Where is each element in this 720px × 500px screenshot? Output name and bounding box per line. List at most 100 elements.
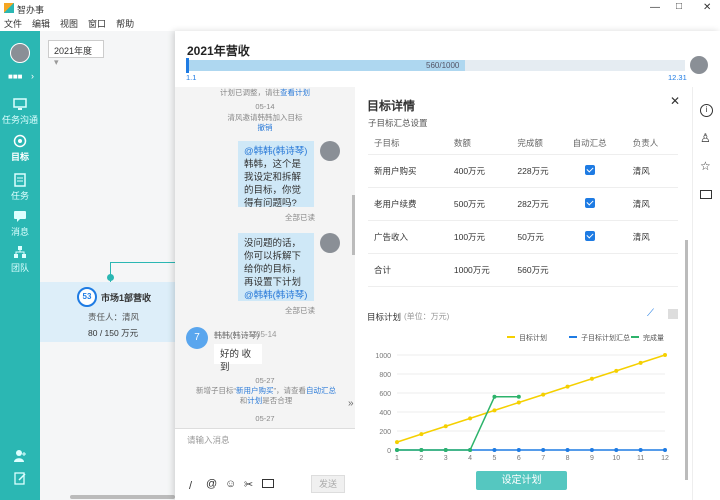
table-row[interactable]: 广告收入 100万元 50万元 清风 xyxy=(368,220,678,254)
cell-done: 228万元 xyxy=(517,154,573,188)
avatar[interactable] xyxy=(10,43,30,63)
undo-link[interactable]: 撤销 xyxy=(195,122,335,133)
subgoal-table: 子目标 数额 完成额 自动汇总 负责人 新用户购买 400万元 228万元 清风… xyxy=(368,132,678,287)
italic-icon[interactable]: / xyxy=(189,480,192,492)
menu-view[interactable]: 视图 xyxy=(60,17,78,30)
table-row[interactable]: 新用户购买 400万元 228万元 清风 xyxy=(368,154,678,188)
sidebar-item-label: 目标 xyxy=(10,152,29,162)
date-divider: 05-27 xyxy=(255,414,275,423)
series-line xyxy=(396,354,666,443)
chevron-down-icon: ▾ xyxy=(54,57,59,67)
y-tick-label: 0 xyxy=(387,448,391,455)
data-point xyxy=(565,448,570,452)
doc-icon xyxy=(14,173,26,187)
menu-edit[interactable]: 编辑 xyxy=(32,17,50,30)
sidebar-item-goal[interactable]: 目标 xyxy=(0,134,40,163)
sidebar-item-task[interactable]: 任务 xyxy=(0,173,40,202)
send-button[interactable]: 发送 xyxy=(311,475,345,493)
data-point xyxy=(395,440,399,445)
cell-auto xyxy=(572,154,633,188)
cell-done: 50万元 xyxy=(517,220,573,254)
data-point xyxy=(516,400,521,405)
data-point xyxy=(589,448,594,452)
sidebar-item-team[interactable]: 团队 xyxy=(0,245,40,274)
set-plan-button[interactable]: 设定计划 xyxy=(476,471,567,490)
scissors-icon[interactable]: ✂ xyxy=(244,478,253,491)
goal-node-card[interactable]: 53 市场1部营收 责任人：清风 80 / 150 万元 xyxy=(40,282,177,342)
info-icon[interactable]: i xyxy=(700,104,713,117)
folder-icon[interactable] xyxy=(700,190,712,199)
column-header: 自动汇总 xyxy=(572,132,633,155)
sidebar-item-communication[interactable]: 任务沟通 xyxy=(0,97,40,126)
menu-help[interactable]: 帮助 xyxy=(116,17,134,30)
x-tick-label: 10 xyxy=(612,455,620,462)
sidebar-item-message[interactable]: 消息 xyxy=(0,209,40,238)
y-tick-label: 1000 xyxy=(375,353,391,360)
x-tick-label: 4 xyxy=(468,455,472,462)
chat-bubble[interactable]: @韩韩(韩诗琴) 韩韩，这个是我设定和拆解的目标，你觉得有问题吗? xyxy=(238,141,314,209)
menu-window[interactable]: 窗口 xyxy=(88,17,106,30)
system-message: 计划已调整，请往查看计划 xyxy=(220,88,310,97)
subgoal-link[interactable]: 新用户购买 xyxy=(236,386,274,395)
progress-marker xyxy=(186,58,189,73)
mention-link[interactable]: @韩韩(韩诗琴) xyxy=(244,290,307,301)
maximize-button[interactable]: □ xyxy=(676,1,682,12)
section-label: 子目标汇总设置 xyxy=(368,118,428,128)
mention-link[interactable]: @韩韩(韩诗琴) xyxy=(244,146,307,157)
minimize-button[interactable]: — xyxy=(650,2,660,13)
year-select[interactable]: 2021年度 ▾ xyxy=(48,40,104,67)
data-point xyxy=(419,432,424,437)
add-user-icon[interactable] xyxy=(13,449,27,463)
chat-scrollbar[interactable] xyxy=(352,195,355,255)
mention-icon[interactable]: @ xyxy=(206,478,217,490)
auto-summary-checkbox[interactable] xyxy=(584,197,595,208)
chat-bubble[interactable]: 好的 收到 xyxy=(214,344,262,373)
data-point xyxy=(468,416,473,421)
detail-title: 目标详情 xyxy=(367,99,416,113)
collapse-chat-icon[interactable]: » xyxy=(348,398,354,409)
column-header: 负责人 xyxy=(632,132,678,155)
auto-summary-checkbox[interactable] xyxy=(584,164,595,175)
message-input[interactable]: 请输入消息 xyxy=(187,434,230,446)
table-row: 合计 1000万元 560万元 xyxy=(368,253,678,287)
auto-summary-link[interactable]: 自动汇总 xyxy=(306,386,336,395)
view-plan-link[interactable]: 查看计划 xyxy=(280,88,310,97)
table-row[interactable]: 老用户续费 500万元 282万元 清风 xyxy=(368,187,678,221)
cell-amount: 100万元 xyxy=(453,220,518,254)
chat-bubble[interactable]: 没问题的话，你可以拆解下给你的目标，再设置下计划 @韩韩(韩诗琴) xyxy=(238,233,314,301)
menu-file[interactable]: 文件 xyxy=(4,17,22,30)
person-icon[interactable]: ♙ xyxy=(700,131,711,145)
x-tick-label: 11 xyxy=(637,455,644,462)
table-header: 子目标 数额 完成额 自动汇总 负责人 xyxy=(368,132,678,155)
bar-chart-icon[interactable] xyxy=(668,309,678,319)
emoji-icon[interactable]: ☺ xyxy=(225,478,236,490)
auto-summary-checkbox[interactable] xyxy=(584,230,595,241)
edit-icon[interactable] xyxy=(13,471,27,485)
avatar[interactable] xyxy=(690,56,708,74)
data-point xyxy=(419,448,424,452)
cell-done: 282万元 xyxy=(517,187,573,221)
legend-label: 完成量 xyxy=(643,333,664,342)
app-title: 智办事 xyxy=(17,5,45,15)
plan-link[interactable]: 计划 xyxy=(247,396,262,405)
star-icon[interactable]: ☆ xyxy=(700,159,711,173)
folder-icon[interactable] xyxy=(262,479,274,488)
cell-owner xyxy=(632,253,678,287)
cell-auto xyxy=(572,220,633,254)
edit-icon[interactable]: ✎ xyxy=(238,43,246,54)
plan-line-chart: 020040060080010001 2 3 4 5 6 7 8 9 10 11 12目标计划 子目标计… xyxy=(375,333,669,462)
user-name[interactable]: ■■■ xyxy=(8,72,23,81)
title-bar: 智办事 — □ ✕ xyxy=(0,0,720,17)
tree-connector xyxy=(110,262,180,263)
column-header: 数额 xyxy=(453,132,518,155)
x-tick-label: 2 xyxy=(419,455,423,462)
close-window-button[interactable]: ✕ xyxy=(703,2,711,13)
line-chart-icon[interactable]: ⟋ xyxy=(647,308,654,319)
system-message: 新增子目标“新用户购买”，请查看自动汇总和计划是否合理 xyxy=(196,386,336,405)
message-time: 05-14 xyxy=(256,330,277,339)
target-icon xyxy=(13,134,27,148)
close-detail-button[interactable]: ✕ xyxy=(670,94,680,108)
horizontal-scrollbar[interactable] xyxy=(70,495,175,499)
chevron-right-icon[interactable]: › xyxy=(31,71,34,81)
detail-scrollbar[interactable] xyxy=(685,240,688,480)
